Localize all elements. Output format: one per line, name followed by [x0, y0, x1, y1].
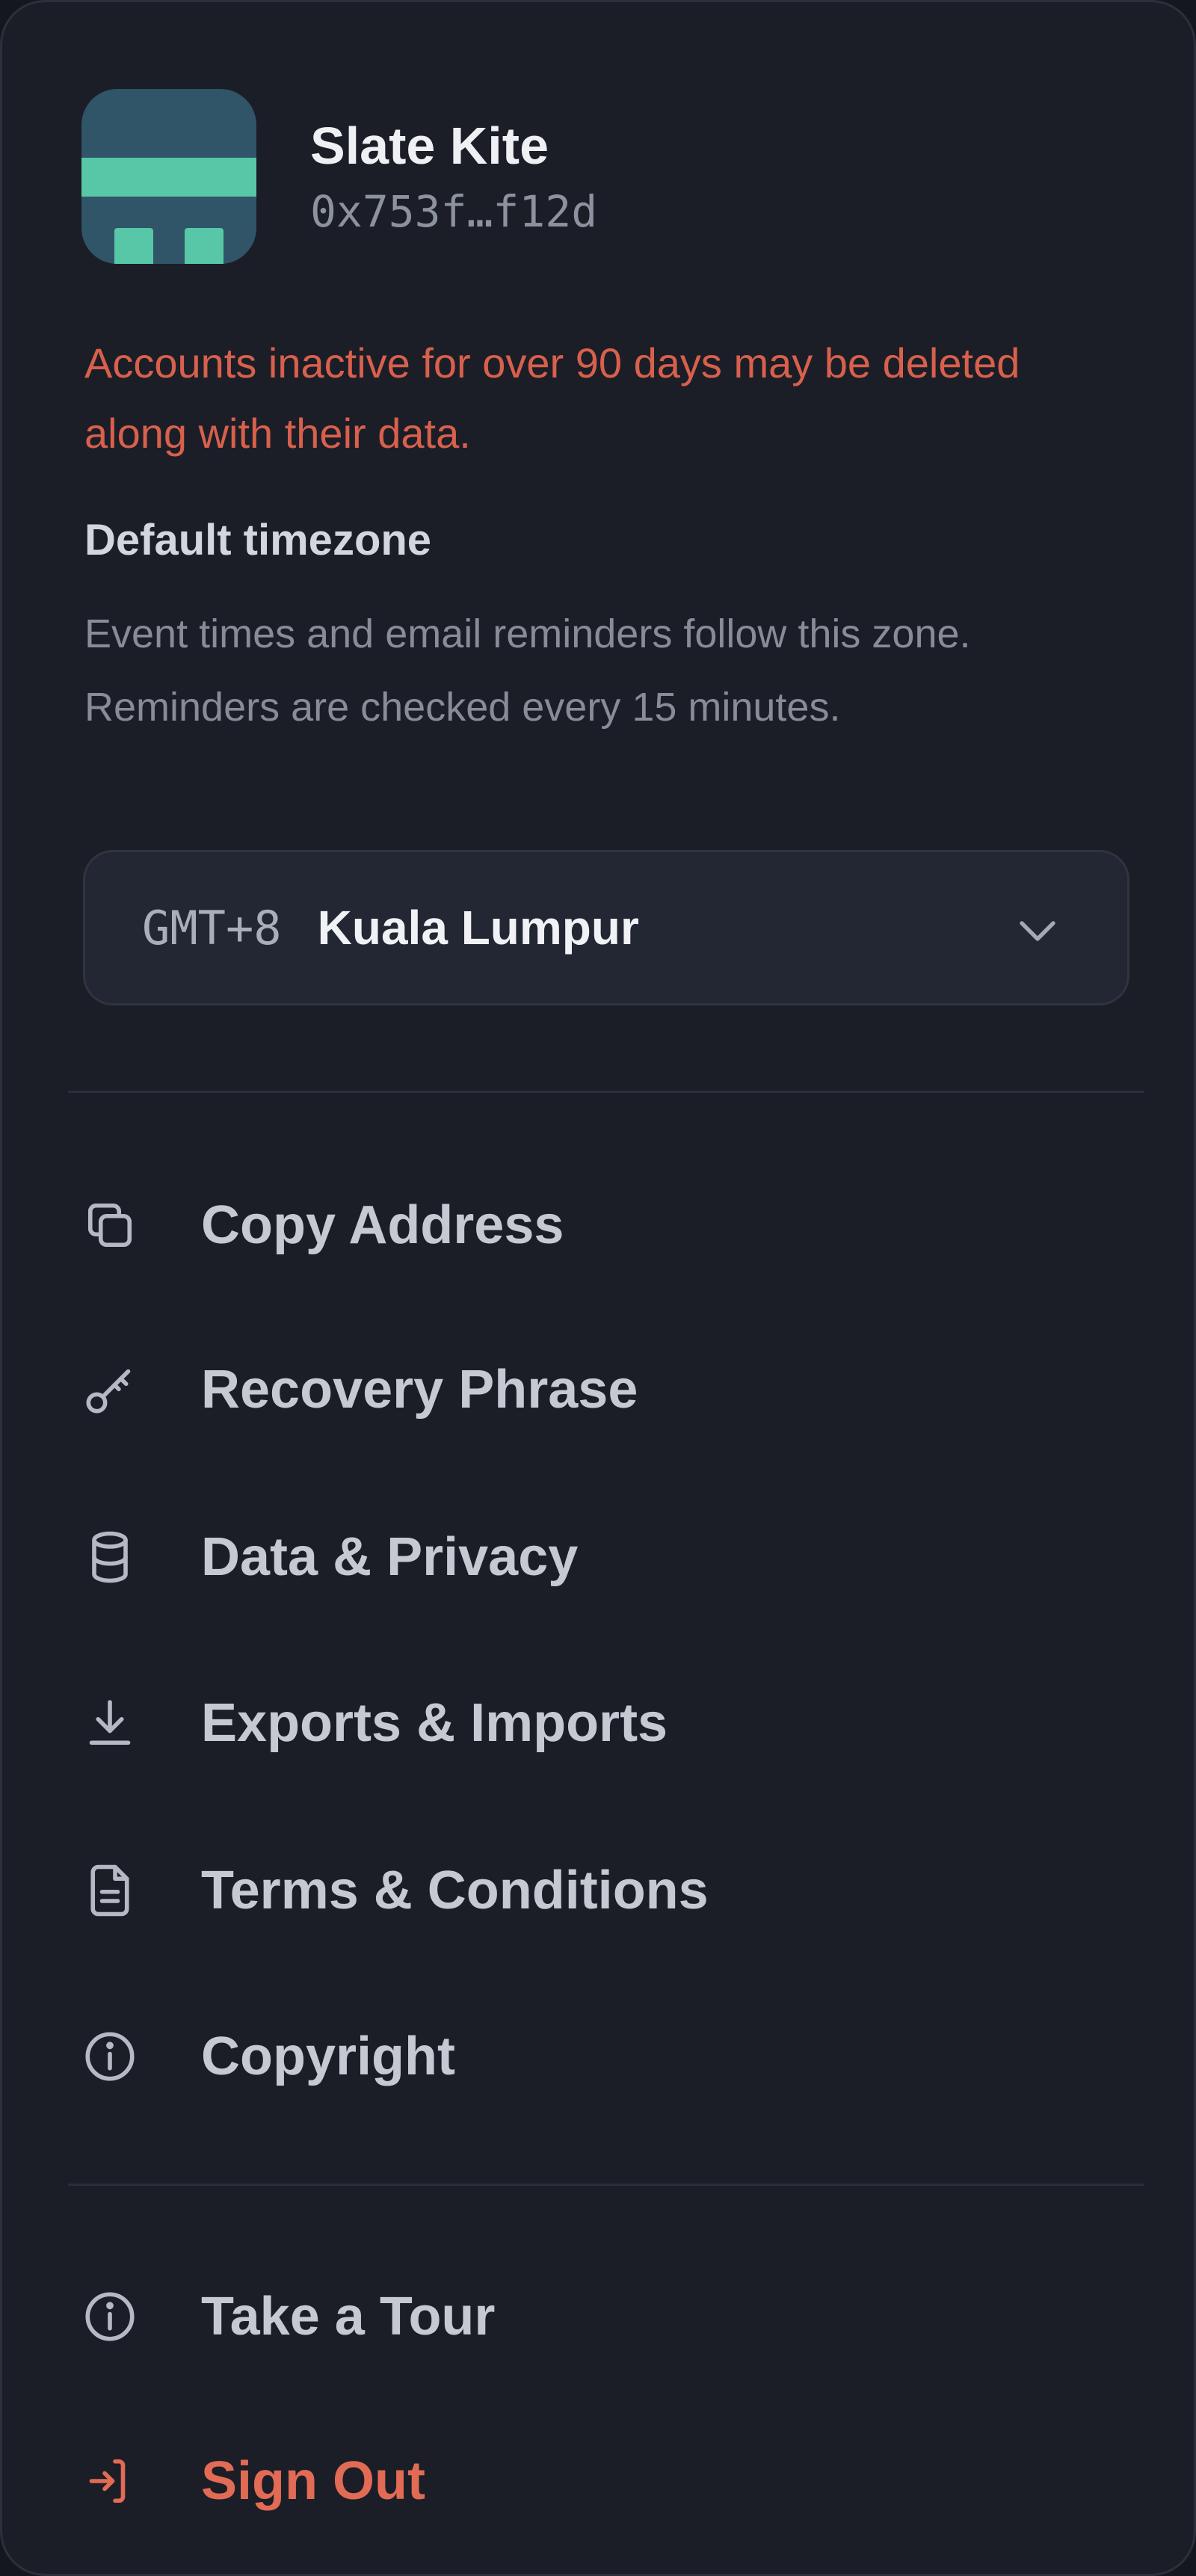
menu-item-copyright[interactable]: Copyright — [70, 1997, 1131, 2116]
menu-item-copy-address[interactable]: Copy Address — [70, 1165, 1131, 1285]
timezone-description: Event times and email reminders follow t… — [84, 611, 971, 730]
copy-icon — [73, 1188, 147, 1263]
menu-item-recovery-phrase[interactable]: Recovery Phrase — [70, 1330, 1131, 1449]
database-icon — [73, 1520, 147, 1594]
menu-item-label: Terms & Conditions — [201, 1861, 709, 1920]
info-icon — [73, 2019, 147, 2094]
inactivity-warning: Accounts inactive for over 90 days may b… — [84, 339, 1020, 457]
sign-out-button[interactable]: Sign Out — [70, 2421, 1131, 2541]
key-icon — [73, 1352, 147, 1427]
divider — [68, 1091, 1144, 1093]
timezone-title: Default timezone — [84, 516, 432, 564]
info-icon — [73, 2279, 147, 2354]
download-icon — [73, 1686, 147, 1760]
account-address: 0x753f…f12d — [310, 185, 598, 237]
menu-item-terms-conditions[interactable]: Terms & Conditions — [70, 1831, 1131, 1950]
menu-item-label: Recovery Phrase — [201, 1360, 638, 1420]
avatar — [81, 89, 256, 264]
document-icon — [73, 1853, 147, 1928]
account-header: Slate Kite 0x753f…f12d — [81, 89, 597, 264]
divider — [68, 2184, 1144, 2186]
chevron-down-icon — [1020, 921, 1055, 941]
menu-item-label: Copy Address — [201, 1195, 564, 1255]
avatar-stripe — [81, 158, 256, 197]
sign-out-icon — [73, 2444, 147, 2518]
avatar-block-left — [114, 228, 153, 264]
menu-item-exports-imports[interactable]: Exports & Imports — [70, 1663, 1131, 1783]
menu-item-label: Take a Tour — [201, 2287, 496, 2347]
avatar-block-right — [185, 228, 224, 264]
account-menu-panel: Slate Kite 0x753f…f12d Accounts inactive… — [0, 0, 1196, 2576]
menu-item-take-a-tour[interactable]: Take a Tour — [70, 2257, 1131, 2376]
timezone-offset: GMT+8 — [142, 900, 282, 955]
menu-item-label: Copyright — [201, 2027, 455, 2086]
timezone-select[interactable]: GMT+8 Kuala Lumpur — [83, 850, 1129, 1005]
menu-item-label: Data & Privacy — [201, 1527, 579, 1587]
timezone-city: Kuala Lumpur — [317, 901, 639, 955]
menu-item-label: Sign Out — [201, 2451, 425, 2511]
menu-item-data-privacy[interactable]: Data & Privacy — [70, 1497, 1131, 1617]
account-identity: Slate Kite 0x753f…f12d — [310, 117, 597, 236]
menu-item-label: Exports & Imports — [201, 1693, 668, 1753]
account-name: Slate Kite — [310, 116, 549, 175]
